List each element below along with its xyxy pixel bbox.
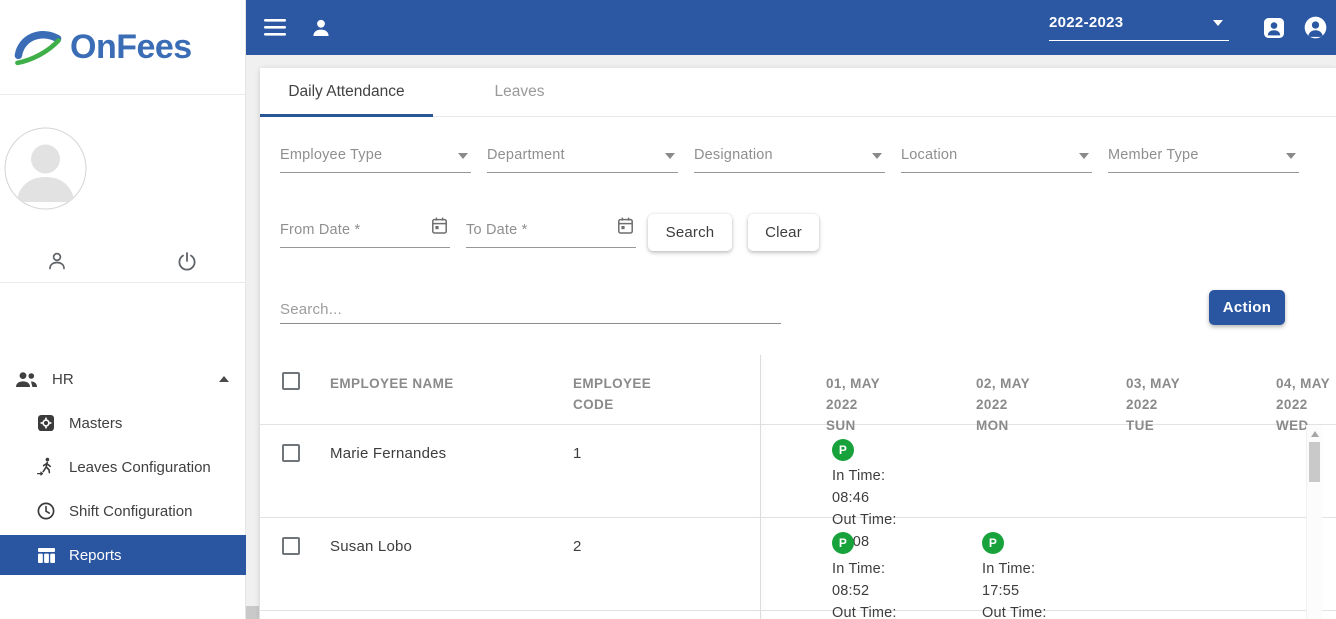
table-header-row: EMPLOYEE NAME EMPLOYEE CODE 01, MAY 2022… [260,355,1336,425]
search-button[interactable]: Search [648,214,732,251]
chevron-up-icon [219,376,229,382]
select-label: Designation [694,147,773,163]
date-filter-row: From Date * To Date * [280,214,819,251]
sidebar-item-masters[interactable]: Masters [0,401,246,445]
column-header-date-1: 01, MAY 2022SUN [760,355,910,436]
column-header-date-4: 04, MAY 2022WED [1210,355,1336,436]
sidebar-item-shift-configuration[interactable]: Shift Configuration [0,489,246,533]
walking-person-icon [36,457,56,477]
member-type-select[interactable]: Member Type [1108,140,1299,173]
sidebar: OnFees [0,0,246,619]
app-window: OnFees [0,0,1336,619]
people-icon [15,371,38,388]
clock-icon [36,501,56,521]
brand-name: OnFees [70,28,192,67]
search-input[interactable] [280,295,781,324]
sidebar-group-label: HR [52,371,74,388]
column-header-date-2: 02, MAY 2022MON [910,355,1060,436]
present-badge: P [832,439,854,461]
location-select[interactable]: Location [901,140,1092,173]
attendance-cell [1060,518,1210,619]
chevron-down-icon [1213,20,1223,26]
chevron-down-icon [665,153,675,159]
select-all-checkbox[interactable] [282,372,300,390]
contact-badge-icon[interactable] [1262,16,1286,40]
onfees-swoosh-icon [10,24,66,70]
action-button[interactable]: Action [1209,290,1285,325]
settings-square-icon [36,413,56,433]
tab-daily-attendance[interactable]: Daily Attendance [260,68,433,116]
sidebar-item-label: Reports [69,547,122,564]
scroll-up-icon[interactable] [1311,431,1319,437]
sidebar-item-label: Shift Configuration [69,503,192,520]
attendance-cell: P In Time: 08:52 Out Time: 09:57 [760,518,910,619]
scrollbar-thumb[interactable] [1309,442,1320,482]
chevron-down-icon [1079,153,1089,159]
power-icon[interactable] [176,250,198,272]
employee-code: 2 [573,518,760,619]
sidebar-divider [0,282,246,283]
out-time: Out Time: 09:57 [832,602,910,619]
to-date-label: To Date * [466,222,527,238]
academic-year-value: 2022-2023 [1049,14,1123,31]
select-label: Member Type [1108,147,1199,163]
from-date-field[interactable]: From Date * [280,214,450,248]
sidebar-group-hr[interactable]: HR [0,357,246,401]
academic-year-select[interactable]: 2022-2023 [1049,14,1229,41]
chevron-down-icon [458,153,468,159]
employee-name: Susan Lobo [330,518,573,619]
person-icon[interactable] [310,17,332,39]
row-checkbox[interactable] [282,444,300,462]
department-select[interactable]: Department [487,140,678,173]
calendar-icon[interactable] [617,216,634,240]
filter-row: Employee Type Department Designation Loc… [280,140,1299,173]
sidebar-menu: HR Masters [0,357,246,575]
out-time: Out Time: [982,602,1060,619]
scrollbar-corner [246,606,259,619]
to-date-field[interactable]: To Date * [466,214,636,248]
table-row: Susan Lobo 2 P In Time: 08:52 Out Time: … [260,518,1336,611]
employee-type-select[interactable]: Employee Type [280,140,471,173]
sidebar-item-reports[interactable]: Reports [0,535,246,575]
table-icon [36,547,56,564]
attendance-cell: P In Time: 17:55 Out Time: [910,518,1060,619]
topbar: 2022-2023 [246,0,1336,55]
avatar [4,127,87,210]
column-header-employee-code: EMPLOYEE CODE [573,355,669,436]
menu-icon[interactable] [264,19,286,36]
account-circle-icon[interactable] [1303,15,1328,40]
in-time: In Time: 17:55 [982,558,1060,602]
tab-leaves[interactable]: Leaves [433,68,606,116]
row-checkbox[interactable] [282,537,300,555]
clear-button[interactable]: Clear [748,214,819,251]
sidebar-item-leaves-configuration[interactable]: Leaves Configuration [0,445,246,489]
sidebar-item-label: Leaves Configuration [69,459,211,476]
present-badge: P [982,532,1004,554]
chevron-down-icon [872,153,882,159]
calendar-icon[interactable] [431,216,448,240]
table-scrollbar[interactable] [1306,425,1322,619]
present-badge: P [832,532,854,554]
column-header-date-3: 03, MAY 2022TUE [1060,355,1210,436]
table-row: Marie Fernandes 1 P In Time: 08:46 Out T… [260,425,1336,518]
attendance-table: EMPLOYEE NAME EMPLOYEE CODE 01, MAY 2022… [260,355,1336,619]
tab-bar: Daily Attendance Leaves [260,68,1336,117]
fixed-column-divider [760,355,761,619]
sidebar-item-label: Masters [69,415,122,432]
content-card: Daily Attendance Leaves Employee Type De… [260,68,1336,619]
sidebar-utility-row [0,250,246,272]
column-header-employee-name: EMPLOYEE NAME [330,355,573,436]
select-label: Department [487,147,565,163]
in-time: In Time: 08:52 [832,558,910,602]
select-label: Employee Type [280,147,382,163]
designation-select[interactable]: Designation [694,140,885,173]
from-date-label: From Date * [280,222,360,238]
chevron-down-icon [1286,153,1296,159]
profile-person-icon[interactable] [46,250,68,272]
in-time: In Time: 08:46 [832,465,910,509]
main-area: Daily Attendance Leaves Employee Type De… [246,55,1336,619]
logo: OnFees [0,0,245,95]
select-label: Location [901,147,957,163]
